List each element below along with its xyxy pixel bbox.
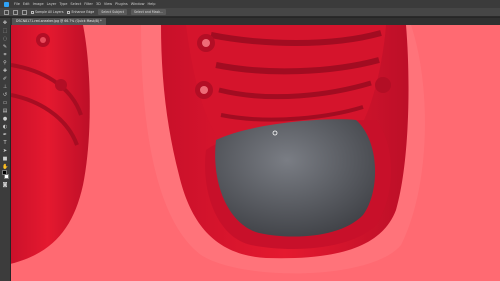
history-brush-icon[interactable]: ↺ [2,92,8,98]
document-tab-bar: DSCN8171-red-sneaker.jpg @ 66.7% (Quick … [10,18,500,25]
menu-help[interactable]: Help [148,0,156,8]
menu-file[interactable]: File [14,0,20,8]
menu-plugins[interactable]: Plugins [115,0,128,8]
menu-view[interactable]: View [104,0,112,8]
menu-edit[interactable]: Edit [23,0,30,8]
eyedropper-tool-icon[interactable]: ⚲ [2,60,8,66]
crop-tool-icon[interactable]: ⌗ [2,52,8,58]
checkbox-icon [31,10,34,14]
select-mask-button[interactable]: Select and Mask... [131,9,167,15]
menu-select[interactable]: Select [70,0,81,8]
document-tab[interactable]: DSCN8171-red-sneaker.jpg @ 66.7% (Quick … [12,18,106,25]
menu-bar: File Edit Image Layer Type Select Filter… [0,0,500,8]
enhance-edge-label: Enhance Edge [71,10,95,14]
blur-tool-icon[interactable]: ● [2,116,8,122]
background-color-swatch[interactable] [4,174,9,179]
quick-mask-icon[interactable]: ◙ [2,182,8,188]
brush-tool-icon[interactable]: ✐ [2,76,8,82]
enhance-edge-checkbox[interactable]: Enhance Edge [67,10,94,14]
dodge-tool-icon[interactable]: ◐ [2,124,8,130]
menu-window[interactable]: Window [131,0,145,8]
shoe-insole [215,119,376,237]
menu-type[interactable]: Type [59,0,67,8]
options-bar: Sample All Layers Enhance Edge Select Su… [0,8,500,17]
shape-tool-icon[interactable]: ■ [2,156,8,162]
stamp-tool-icon[interactable]: ⊥ [2,84,8,90]
menu-filter[interactable]: Filter [84,0,93,8]
eraser-tool-icon[interactable]: ▭ [2,100,8,106]
quick-select-tool-icon[interactable]: ✎ [2,44,8,50]
move-tool-icon[interactable]: ✥ [2,20,8,26]
select-subject-button[interactable]: Select Subject [98,9,128,15]
photoshop-logo-icon[interactable] [4,1,9,7]
type-tool-icon[interactable]: T [2,140,8,146]
sample-all-layers-label: Sample All Layers [35,10,64,14]
marquee-tool-icon[interactable]: ⬚ [2,28,8,34]
lasso-tool-icon[interactable]: ◌ [2,36,8,42]
quick-select-tool-icon[interactable] [13,9,18,15]
gradient-tool-icon[interactable]: ▤ [2,108,8,114]
pen-tool-icon[interactable]: ✒ [2,132,8,138]
menu-3d[interactable]: 3D [96,0,101,8]
checkbox-icon [67,10,71,14]
sample-all-layers-checkbox[interactable]: Sample All Layers [31,10,63,14]
healing-tool-icon[interactable]: ✚ [2,68,8,74]
path-select-tool-icon[interactable]: ➤ [2,148,8,154]
canvas-image [11,25,500,281]
home-icon[interactable] [4,9,9,15]
canvas[interactable] [11,25,500,281]
menu-layer[interactable]: Layer [47,0,57,8]
brush-options-icon[interactable] [22,9,27,15]
tools-panel: ✥ ⬚ ◌ ✎ ⌗ ⚲ ✚ ✐ ⊥ ↺ ▭ ▤ ● ◐ ✒ T ➤ ■ ✋ ⚲ … [0,18,11,281]
menu-image[interactable]: Image [33,0,44,8]
